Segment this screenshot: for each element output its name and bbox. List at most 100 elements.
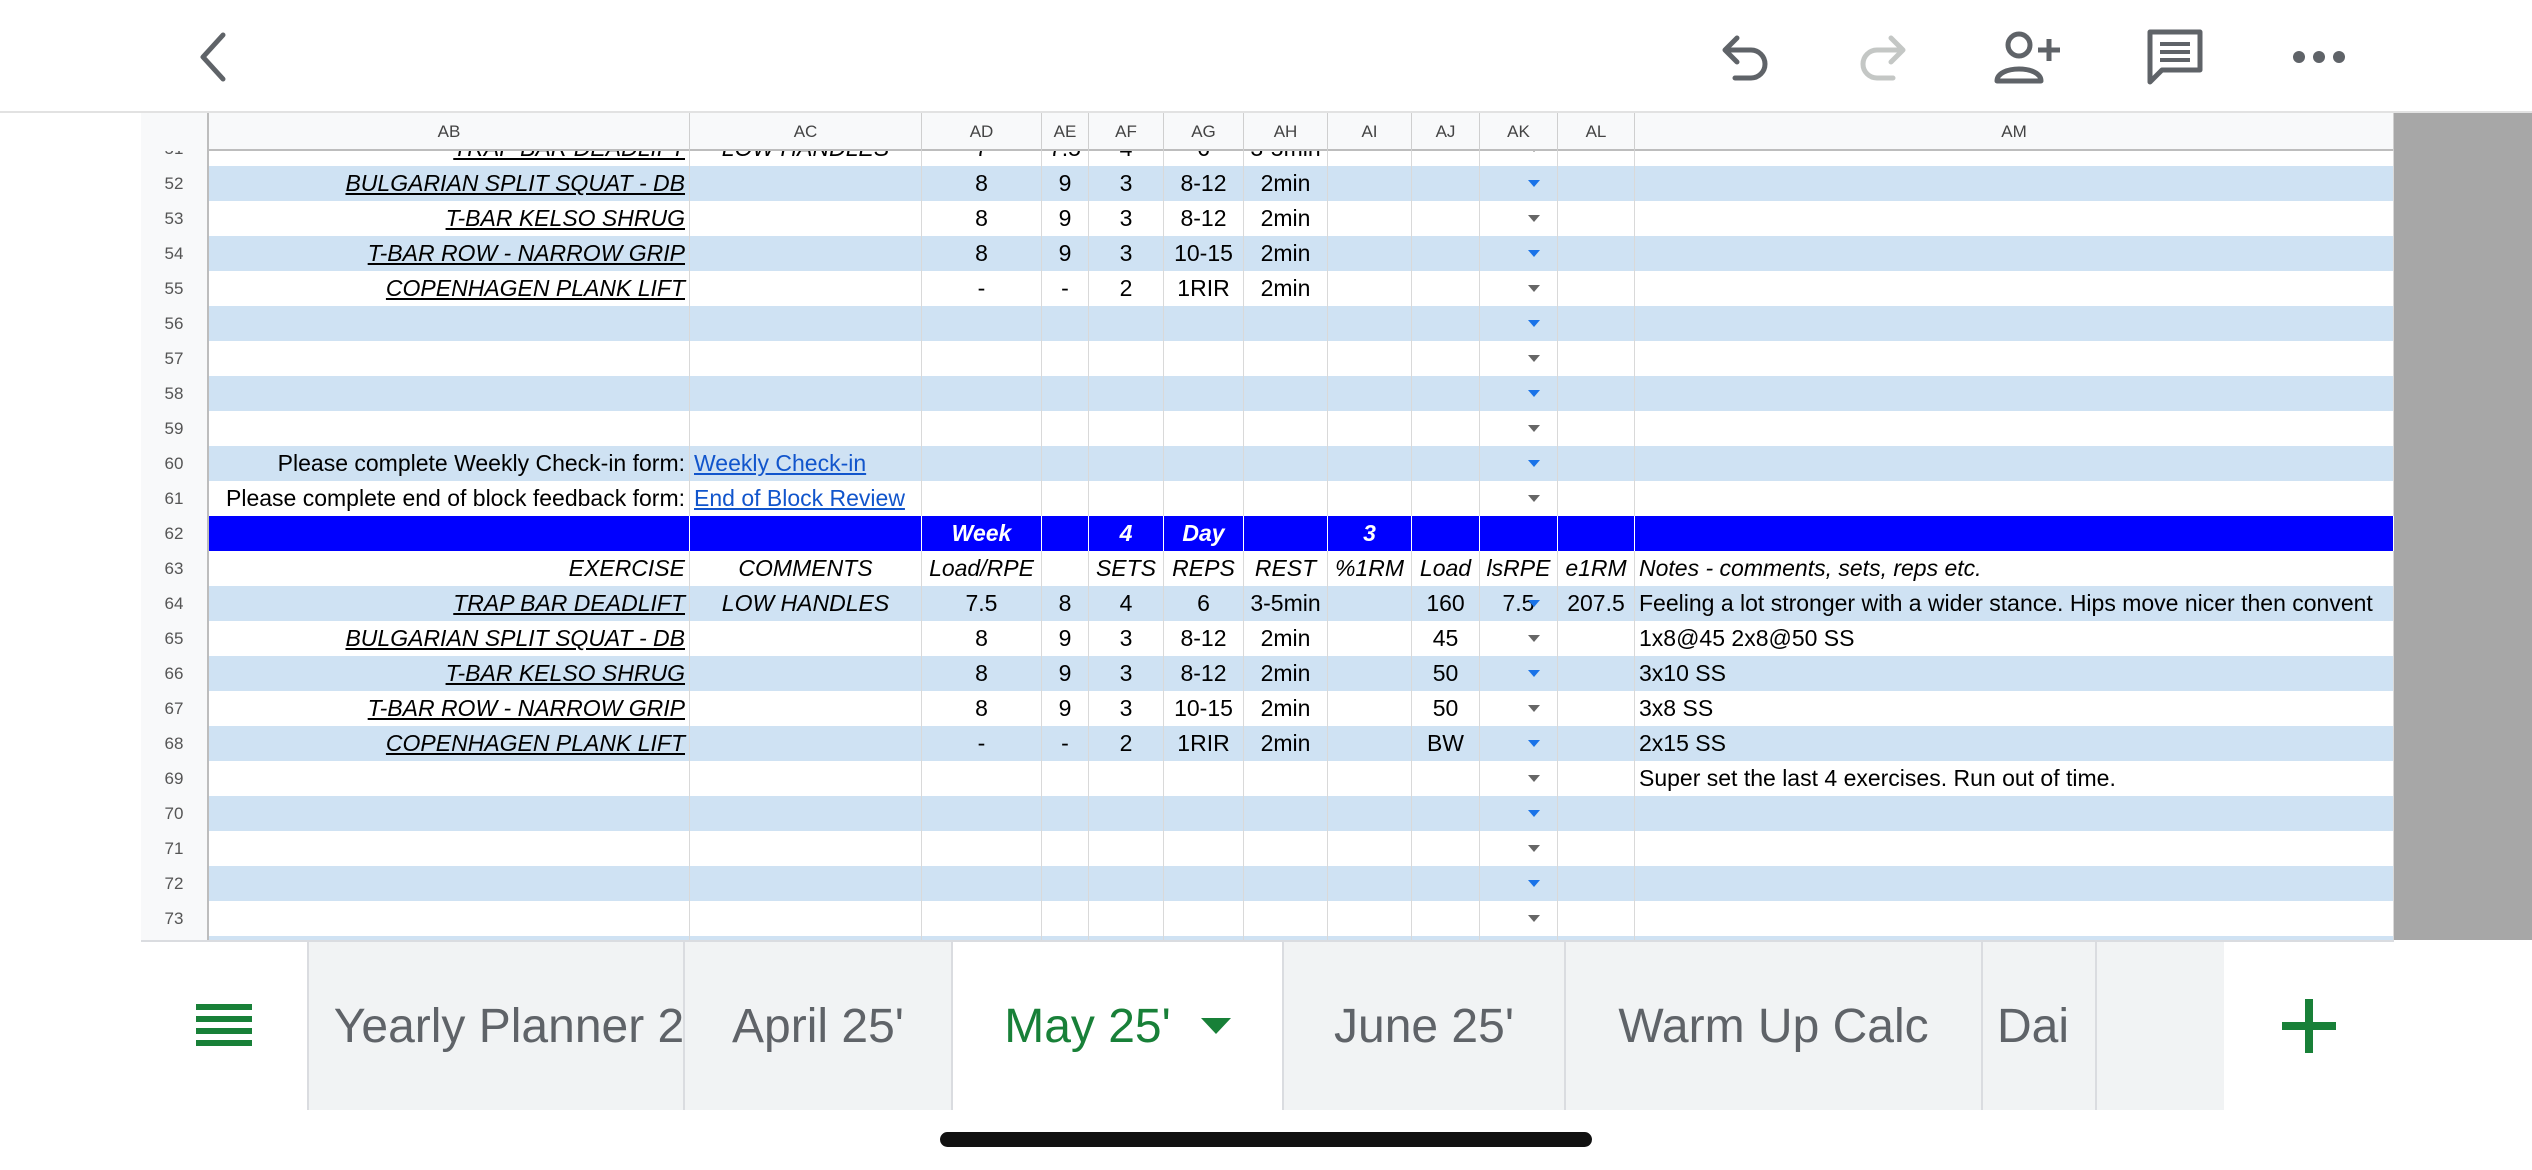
row-number[interactable]: 65 xyxy=(141,621,209,656)
cell-aj[interactable]: BW xyxy=(1412,726,1480,761)
row-number[interactable]: 70 xyxy=(141,796,209,831)
cell-aj[interactable] xyxy=(1412,411,1480,446)
tab-menu-caret-icon[interactable] xyxy=(1200,1018,1231,1034)
cell-ah[interactable] xyxy=(1244,796,1328,831)
cell-ab[interactable]: T-BAR ROW - NARROW GRIP xyxy=(209,691,690,726)
cell-ac[interactable] xyxy=(690,166,922,201)
cell-af[interactable] xyxy=(1089,831,1164,866)
row-number[interactable]: 54 xyxy=(141,236,209,271)
cell-ab[interactable]: COPENHAGEN PLANK LIFT xyxy=(209,726,690,761)
cell-ac[interactable]: LOW HANDLES xyxy=(690,586,922,621)
cell-af[interactable] xyxy=(1089,376,1164,411)
cell-ab[interactable] xyxy=(209,901,690,936)
column-header-am[interactable]: AM xyxy=(1635,113,2394,151)
cell-ah[interactable] xyxy=(1244,901,1328,936)
cell-al[interactable] xyxy=(1558,166,1635,201)
cell-ae[interactable]: - xyxy=(1042,271,1089,306)
column-header-ac[interactable]: AC xyxy=(690,113,922,151)
redo-button[interactable] xyxy=(1850,22,1920,92)
cell-ah[interactable]: 3-5min xyxy=(1244,586,1328,621)
column-header-aj[interactable]: AJ xyxy=(1412,113,1480,151)
cell-af[interactable]: 3 xyxy=(1089,236,1164,271)
cell-am[interactable] xyxy=(1635,166,2394,201)
cell-am[interactable]: Feeling a lot stronger with a wider stan… xyxy=(1635,586,2394,621)
cell-ae[interactable]: 9 xyxy=(1042,166,1089,201)
sheet-row[interactable]: 71 xyxy=(141,831,2394,866)
cell-ai[interactable] xyxy=(1328,726,1412,761)
cell-al[interactable] xyxy=(1558,411,1635,446)
cell-ad[interactable]: 7.5 xyxy=(922,586,1042,621)
cell-ad[interactable]: - xyxy=(922,726,1042,761)
cell-ad[interactable] xyxy=(922,306,1042,341)
row-number[interactable]: 61 xyxy=(141,481,209,516)
cell-ae[interactable] xyxy=(1042,446,1089,481)
column-header-ah[interactable]: AH xyxy=(1244,113,1328,151)
cell-ai[interactable] xyxy=(1328,901,1412,936)
cell-af[interactable] xyxy=(1089,901,1164,936)
dropdown-arrow-icon[interactable] xyxy=(1528,180,1540,187)
cell-aj[interactable] xyxy=(1412,831,1480,866)
back-button[interactable] xyxy=(178,22,248,92)
cell-ak[interactable] xyxy=(1480,411,1558,446)
row-number[interactable]: 62 xyxy=(141,516,209,551)
cell-ai[interactable] xyxy=(1328,796,1412,831)
cell-al[interactable]: e1RM xyxy=(1558,551,1635,586)
cell-am[interactable] xyxy=(1635,271,2394,306)
sheet-tab[interactable]: Dai xyxy=(1983,942,2097,1110)
cell-ah[interactable]: 2min xyxy=(1244,726,1328,761)
cell-aj[interactable] xyxy=(1412,271,1480,306)
row-number[interactable]: 68 xyxy=(141,726,209,761)
sheet-row[interactable]: 68 COPENHAGEN PLANK LIFT - -2 1RIR 2min BW 2x15… xyxy=(141,726,2394,761)
row-number[interactable]: 63 xyxy=(141,551,209,586)
cell-ab[interactable] xyxy=(209,411,690,446)
cell-ah[interactable] xyxy=(1244,516,1328,551)
cell-ae[interactable] xyxy=(1042,761,1089,796)
cell-ac[interactable] xyxy=(690,831,922,866)
cell-ah[interactable] xyxy=(1244,306,1328,341)
cell-ai[interactable] xyxy=(1328,341,1412,376)
sheet-row[interactable]: 52 BULGARIAN SPLIT SQUAT - DB 8 9 3 8-12 2min xyxy=(141,166,2394,201)
sheet-row[interactable]: 73 xyxy=(141,901,2394,936)
row-number[interactable]: 57 xyxy=(141,341,209,376)
column-header-ad[interactable]: AD xyxy=(922,113,1042,151)
cell-ae[interactable]: 9 xyxy=(1042,691,1089,726)
cell-ab[interactable] xyxy=(209,516,690,551)
sheet-row[interactable]: 72 xyxy=(141,866,2394,901)
cell-ai[interactable] xyxy=(1328,586,1412,621)
cell-ac[interactable] xyxy=(690,236,922,271)
cell-aj[interactable] xyxy=(1412,236,1480,271)
dropdown-arrow-icon[interactable] xyxy=(1528,635,1540,642)
sheet-row[interactable]: 55 COPENHAGEN PLANK LIFT - -2 1RIR 2min xyxy=(141,271,2394,306)
cell-ab[interactable]: Please complete end of block feedback fo… xyxy=(209,481,690,516)
cell-ad[interactable] xyxy=(922,831,1042,866)
cell-ab[interactable] xyxy=(209,306,690,341)
cell-aj[interactable] xyxy=(1412,901,1480,936)
cell-ak[interactable] xyxy=(1480,691,1558,726)
sheet-row[interactable]: 61 Please complete end of block feedback … xyxy=(141,481,2394,516)
cell-ag[interactable] xyxy=(1164,796,1244,831)
cell-ag[interactable]: REPS xyxy=(1164,551,1244,586)
cell-al[interactable] xyxy=(1558,376,1635,411)
cell-ak[interactable] xyxy=(1480,656,1558,691)
undo-button[interactable] xyxy=(1708,22,1778,92)
cell-ag[interactable]: 1RIR xyxy=(1164,271,1244,306)
cell-ab[interactable]: COPENHAGEN PLANK LIFT xyxy=(209,271,690,306)
cell-ae[interactable]: 8 xyxy=(1042,586,1089,621)
cell-al[interactable] xyxy=(1558,866,1635,901)
row-number[interactable]: 59 xyxy=(141,411,209,446)
row-number[interactable]: 69 xyxy=(141,761,209,796)
dropdown-arrow-icon[interactable] xyxy=(1528,495,1540,502)
cell-am[interactable]: Notes - comments, sets, reps etc. xyxy=(1635,551,2394,586)
cell-ak[interactable]: lsRPE xyxy=(1480,551,1558,586)
cell-ad[interactable] xyxy=(922,376,1042,411)
cell-aj[interactable] xyxy=(1412,866,1480,901)
cell-ai[interactable] xyxy=(1328,481,1412,516)
cell-aj[interactable]: Load xyxy=(1412,551,1480,586)
dropdown-arrow-icon[interactable] xyxy=(1528,285,1540,292)
cell-ae[interactable] xyxy=(1042,831,1089,866)
cell-al[interactable] xyxy=(1558,691,1635,726)
cell-ab[interactable]: BULGARIAN SPLIT SQUAT - DB xyxy=(209,166,690,201)
cell-ak[interactable] xyxy=(1480,201,1558,236)
cell-ah[interactable]: REST xyxy=(1244,551,1328,586)
cell-ag[interactable] xyxy=(1164,376,1244,411)
